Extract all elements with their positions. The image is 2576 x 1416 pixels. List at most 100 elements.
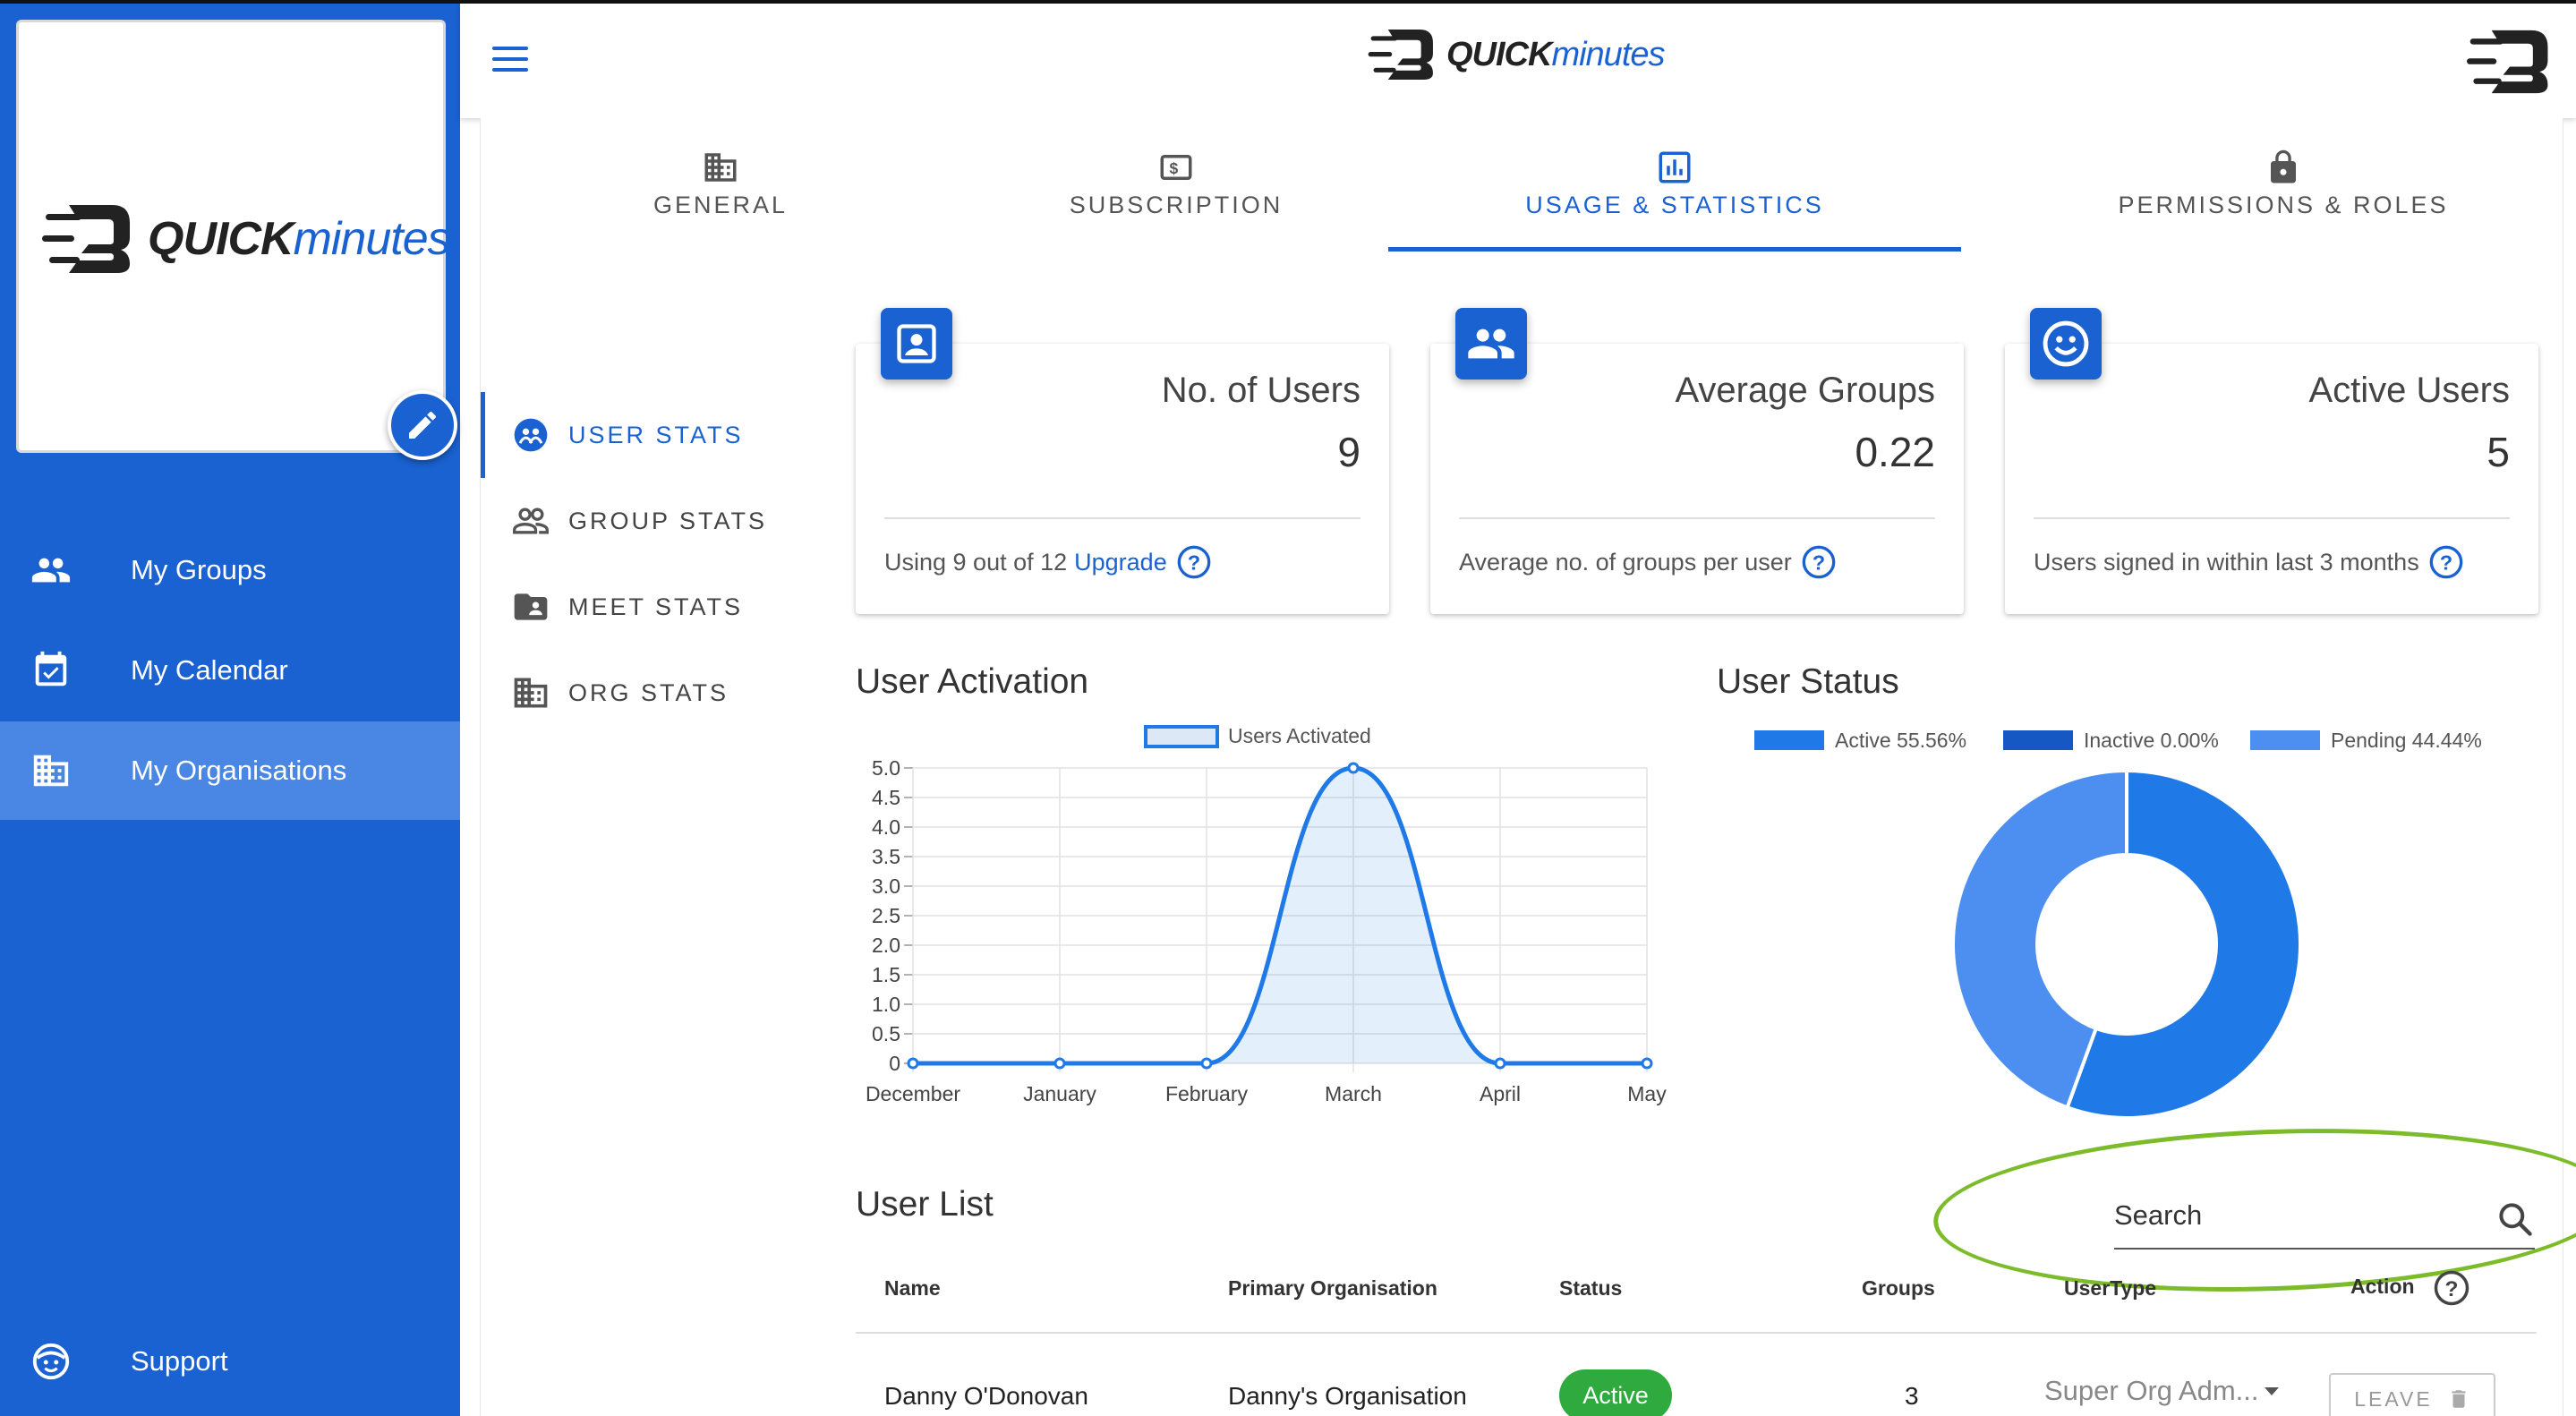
edit-logo-button[interactable] [388, 390, 457, 460]
brand-logo: QUICKminutes [42, 201, 451, 277]
cell-name: Danny O'Donovan [884, 1382, 1088, 1410]
y-tick-label: 0.5 [872, 1022, 900, 1045]
dollar-icon: $ [1160, 155, 1192, 180]
subnav-item-label: MEET STATS [568, 593, 744, 620]
legend-label: Inactive 0.00% [2084, 729, 2219, 752]
subnav-item-user-stats[interactable]: USER STATS [481, 392, 830, 478]
people-icon [31, 558, 71, 583]
bar-chart-icon [1659, 151, 1691, 183]
legend-label: Active 55.56% [1835, 729, 1966, 752]
legend-item: Active 55.56% [1754, 729, 1966, 752]
y-tick-label: 2.5 [872, 904, 900, 927]
subnav-item-meet-stats[interactable]: MEET STATS [481, 564, 830, 650]
stat-card-active-users: Active Users 5 Users signed in within la… [2005, 308, 2538, 614]
stat-card-value: 5 [2486, 429, 2510, 475]
top-app-bar: QUICKminutes [460, 4, 2576, 118]
stat-card-divider [2034, 517, 2510, 519]
sidebar-item-my-organisations[interactable]: My Organisations [0, 721, 460, 820]
stat-card-footer-text: Users signed in within last 3 months [2034, 548, 2419, 576]
x-tick-label: December [866, 1082, 960, 1105]
x-tick-label: January [1023, 1082, 1096, 1105]
status-badge: Active [1559, 1369, 1672, 1416]
subnav-item-label: ORG STATS [568, 678, 729, 706]
user-activation-title: User Activation [856, 662, 1089, 701]
column-header-action: Action [2350, 1275, 2415, 1298]
user-list-title: User List [856, 1185, 994, 1224]
header-brand-logo: QUICKminutes [1368, 27, 1666, 82]
header-app-icon[interactable] [2467, 27, 2553, 101]
sidebar-item-my-calendar[interactable]: My Calendar [0, 621, 460, 720]
stat-card-footer-text: Average no. of groups per user [1459, 548, 1792, 576]
y-tick-label: 3.0 [872, 874, 900, 898]
legend-item: Inactive 0.00% [2003, 729, 2219, 752]
data-point [1641, 1057, 1653, 1070]
data-point [1347, 762, 1360, 774]
folder-user-icon [514, 593, 548, 620]
stat-card-average-groups: Average Groups 0.22 Average no. of group… [1430, 308, 1964, 614]
data-point [1494, 1057, 1506, 1070]
column-header-name[interactable]: Name [884, 1276, 941, 1301]
data-point [1200, 1057, 1213, 1070]
face-group-icon [514, 418, 548, 452]
tab-label: GENERAL [653, 192, 789, 218]
column-header-usertype[interactable]: UserType [2064, 1276, 2156, 1301]
legend-swatch [2003, 730, 2073, 750]
cell-groups: 3 [1905, 1382, 1919, 1410]
column-header-primary-organisation[interactable]: Primary Organisation [1228, 1276, 1437, 1301]
tab-permissions-roles[interactable]: PERMISSIONS & ROLES [2015, 118, 2552, 252]
column-header-groups[interactable]: Groups [1862, 1276, 1935, 1301]
x-tick-label: March [1325, 1082, 1382, 1105]
stat-card-divider [884, 517, 1361, 519]
data-point [1053, 1057, 1066, 1070]
stat-card-footer: Average no. of groups per user ? [1459, 544, 1837, 580]
tab-label: SUBSCRIPTION [1069, 192, 1284, 218]
leave-button[interactable]: LEAVE [2329, 1373, 2495, 1416]
stat-card-value: 9 [1337, 429, 1361, 475]
dropdown-caret-icon [2264, 1386, 2279, 1395]
column-header-status[interactable]: Status [1559, 1276, 1622, 1301]
tab-general[interactable]: GENERAL [558, 118, 883, 252]
sidebar: QUICKminutes My Groups My Calendar My Or… [0, 4, 460, 1416]
svg-text:?: ? [2445, 1277, 2459, 1301]
building-icon [704, 153, 737, 182]
stat-card-no-of-users: No. of Users 9 Using 9 out of 12 Upgrade… [856, 308, 1389, 614]
smiley-icon [2030, 308, 2102, 380]
stat-card-footer-text: Using 9 out of 12 [884, 548, 1068, 576]
brand-word-minutes: minutes [1551, 35, 1665, 73]
sidebar-item-label: My Organisations [131, 755, 347, 786]
brand-wordmark: QUICKminutes [1446, 35, 1666, 74]
legend-swatch [2250, 730, 2320, 750]
y-tick-label: 4.0 [872, 815, 900, 839]
y-tick-label: 1.5 [872, 963, 900, 986]
menu-icon[interactable] [492, 47, 528, 73]
y-tick-label: 2.0 [872, 934, 900, 957]
svg-text:?: ? [1188, 550, 1200, 574]
stat-card-title: No. of Users [1161, 371, 1361, 410]
calendar-check-icon [35, 651, 67, 687]
help-circle-icon[interactable]: ? [1176, 544, 1212, 580]
x-tick-label: May [1627, 1082, 1667, 1105]
sidebar-item-my-groups[interactable]: My Groups [0, 521, 460, 619]
chart-legend: Users Activated [1144, 724, 1371, 748]
sidebar-item-label: My Groups [131, 554, 267, 585]
svg-text:?: ? [1813, 550, 1825, 574]
sidebar-item-support[interactable]: Support [0, 1312, 460, 1411]
subnav-item-org-stats[interactable]: ORG STATS [481, 650, 830, 736]
table-header-divider [856, 1332, 2537, 1334]
brand-word-minutes: minutes [293, 213, 451, 265]
help-circle-icon[interactable]: ? [1801, 544, 1837, 580]
user-activation-chart: Users Activated 5.0 4.5 4.0 3.5 3.0 2.5 2.0 1.5 1… [866, 724, 1667, 1105]
help-circle-icon[interactable]: ? [2433, 1269, 2470, 1307]
y-tick-label: 5.0 [872, 756, 900, 780]
tab-usage-statistics[interactable]: USAGE & STATISTICS [1388, 118, 1961, 252]
svg-text:?: ? [2440, 550, 2452, 574]
subnav-item-group-stats[interactable]: GROUP STATS [481, 478, 830, 564]
usertype-select[interactable]: Super Org Adm... [2044, 1375, 2279, 1407]
settings-tabs: GENERAL $ SUBSCRIPTION USAGE & STATISTIC… [481, 118, 2564, 252]
help-circle-icon[interactable]: ? [2428, 544, 2464, 580]
quickminutes-logo-icon [1368, 29, 1433, 81]
legend-label: Pending 44.44% [2331, 729, 2482, 752]
leave-button-label: LEAVE [2354, 1386, 2433, 1411]
tab-subscription[interactable]: $ SUBSCRIPTION [964, 118, 1388, 252]
upgrade-link[interactable]: Upgrade [1074, 549, 1167, 576]
